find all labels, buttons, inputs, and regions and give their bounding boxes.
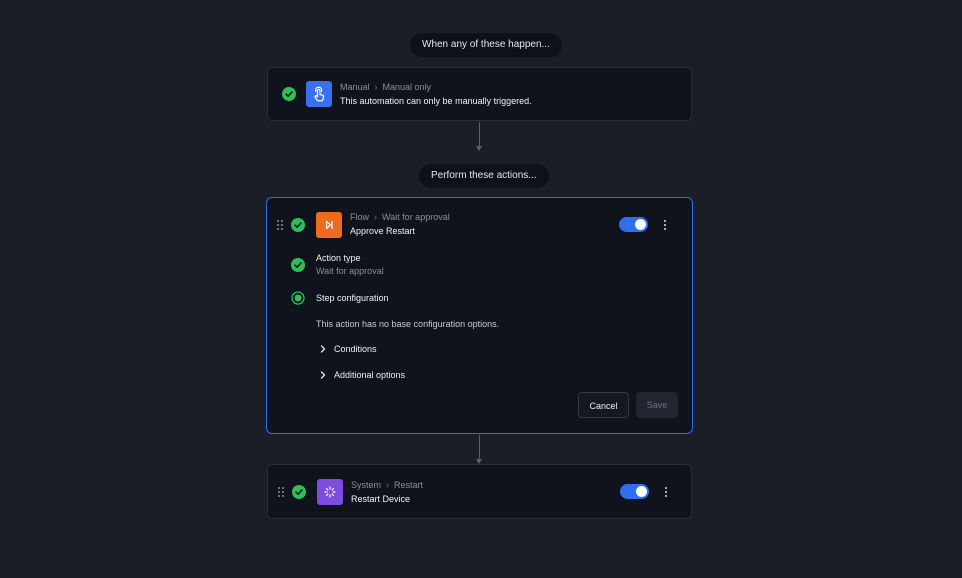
action-enabled-toggle[interactable] [619, 217, 648, 232]
action-breadcrumb: Flow › Wait for approval [350, 212, 450, 222]
status-check-icon [282, 87, 296, 101]
status-check-icon [292, 485, 306, 499]
status-check-icon [291, 218, 305, 232]
step-configuration-label[interactable]: Step configuration [316, 293, 389, 303]
chevron-right-icon [320, 371, 326, 379]
more-options-icon[interactable] [662, 485, 670, 499]
trigger-section-label: When any of these happen... [410, 33, 562, 57]
action-title: Approve Restart [350, 226, 416, 236]
flow-connector [479, 435, 480, 459]
conditions-label: Conditions [334, 344, 377, 354]
step-in-progress-icon [291, 291, 305, 305]
skip-forward-icon [316, 212, 342, 238]
toggle-knob [636, 486, 647, 497]
actions-section-label: Perform these actions... [419, 164, 549, 188]
cancel-button[interactable]: Cancel [578, 392, 629, 418]
action-title: Restart Device [351, 494, 411, 504]
action-enabled-toggle[interactable] [620, 484, 649, 499]
save-button[interactable]: Save [636, 392, 678, 418]
action-type-label[interactable]: Action type [316, 253, 361, 263]
trigger-card[interactable]: Manual › Manual only This automation can o… [267, 67, 692, 121]
action-type-value: Wait for approval [316, 266, 384, 276]
action-card-restart-device[interactable]: System › Restart Restart Device [267, 464, 692, 519]
drag-handle-icon[interactable] [276, 219, 284, 231]
additional-options-expander[interactable]: Additional options [318, 368, 405, 382]
loading-spinner-icon [317, 479, 343, 505]
no-options-text: This action has no base configuration op… [316, 319, 500, 329]
hand-pointer-icon [306, 81, 332, 107]
chevron-right-icon [320, 345, 326, 353]
action-type-check-icon [291, 258, 305, 272]
more-options-icon[interactable] [661, 218, 669, 232]
action-breadcrumb: System › Restart [351, 480, 424, 490]
flow-arrow-icon [476, 146, 482, 151]
conditions-expander[interactable]: Conditions [318, 342, 377, 356]
drag-handle-icon[interactable] [277, 486, 285, 498]
flow-connector [479, 122, 480, 146]
trigger-description: This automation can only be manually tri… [340, 96, 532, 106]
toggle-knob [635, 219, 646, 230]
additional-options-label: Additional options [334, 370, 406, 380]
action-card-approve-restart[interactable]: Flow › Wait for approval Approve Restart A… [266, 197, 693, 434]
trigger-breadcrumb: Manual › Manual only [340, 82, 432, 92]
